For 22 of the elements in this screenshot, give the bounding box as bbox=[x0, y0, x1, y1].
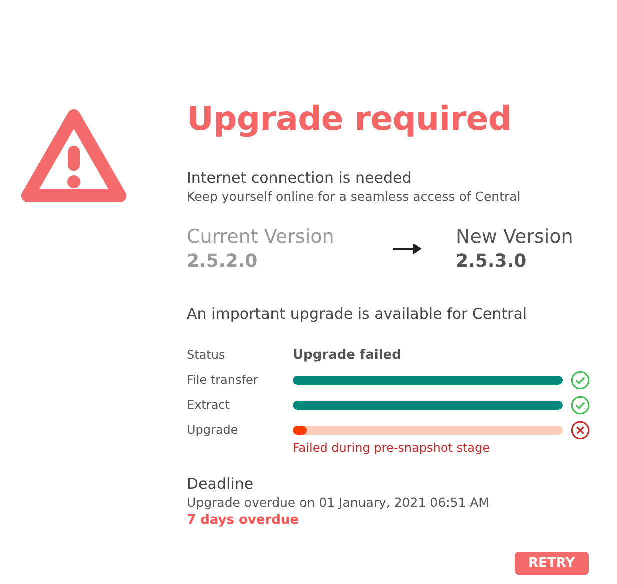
overdue-text: 7 days overdue bbox=[187, 512, 300, 530]
notice-text: Keep yourself online for a seamless access of Central bbox=[187, 188, 522, 206]
current-version: 2.5.2.0 bbox=[187, 250, 259, 274]
upgrade-message: An important upgrade is available for Central bbox=[187, 304, 528, 324]
page-title: Upgrade required bbox=[187, 98, 513, 140]
retry-button[interactable]: RETRY bbox=[514, 552, 589, 575]
error-message: Failed during pre-snapshot stage bbox=[293, 440, 492, 456]
deadline-text: Upgrade overdue on 01 January, 2021 06:51 AM bbox=[187, 494, 490, 512]
check-icon bbox=[571, 371, 590, 390]
status-label: Status bbox=[187, 347, 226, 364]
error-icon bbox=[571, 421, 590, 440]
step-label: Extract bbox=[187, 397, 231, 414]
status-value: Upgrade failed bbox=[293, 347, 402, 365]
current-version-label: Current Version bbox=[187, 225, 336, 250]
arrow-icon bbox=[393, 244, 423, 254]
deadline-heading: Deadline bbox=[187, 474, 255, 494]
new-version: 2.5.3.0 bbox=[456, 250, 528, 274]
check-icon bbox=[571, 396, 590, 415]
notice-heading: Internet connection is needed bbox=[187, 168, 413, 188]
step-label: File transfer bbox=[187, 372, 260, 389]
new-version-label: New Version bbox=[456, 225, 574, 250]
step-label: Upgrade bbox=[187, 422, 240, 439]
